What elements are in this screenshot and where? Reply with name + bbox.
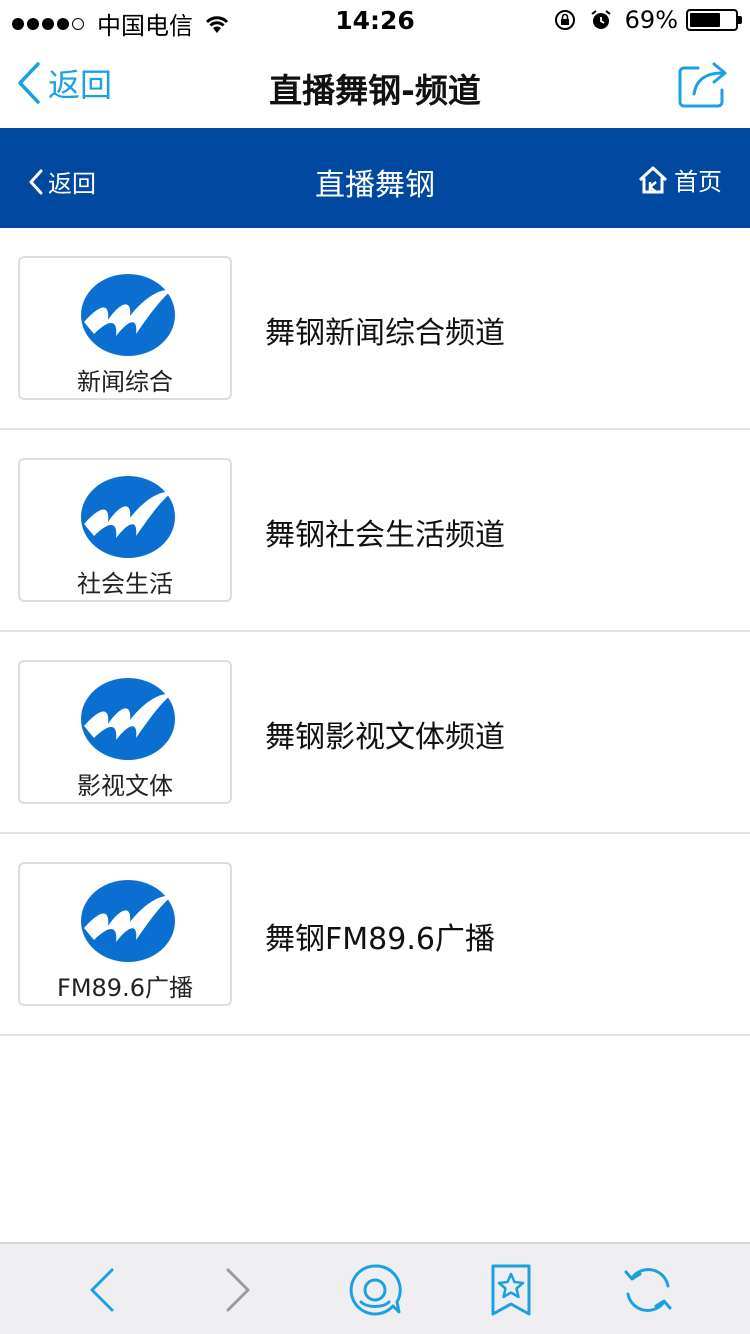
share-icon[interactable]: [678, 60, 730, 108]
channel-name: 舞钢FM89.6广播: [265, 922, 495, 957]
site-header: 返回 直播舞钢 首页: [0, 128, 750, 228]
bookmark-star-icon[interactable]: [483, 1262, 539, 1318]
channel-thumbnail: 社会生活: [18, 458, 232, 602]
refresh-icon[interactable]: [620, 1262, 676, 1318]
channel-thumbnail-label: 影视文体: [77, 772, 173, 800]
channel-item[interactable]: FM89.6广播 舞钢FM89.6广播: [0, 834, 750, 1036]
home-button[interactable]: 首页: [638, 162, 722, 197]
battery-icon: [686, 9, 742, 31]
station-logo-icon: [81, 274, 175, 356]
battery-fill: [690, 13, 720, 27]
chat-icon[interactable]: [347, 1262, 403, 1318]
channel-thumbnail: 新闻综合: [18, 256, 232, 400]
nav-bar: 返回 直播舞钢-频道: [0, 40, 750, 128]
station-logo-icon: [81, 476, 175, 558]
channel-item[interactable]: 新闻综合 舞钢新闻综合频道: [0, 228, 750, 430]
channel-thumbnail-label: FM89.6广播: [57, 974, 193, 1002]
channel-name: 舞钢社会生活频道: [265, 518, 505, 553]
alarm-icon: [591, 10, 611, 29]
channel-thumbnail-label: 社会生活: [77, 570, 173, 598]
home-icon: [638, 166, 668, 193]
page-title: 直播舞钢-频道: [269, 71, 481, 110]
battery-percent: 69%: [624, 6, 678, 34]
station-logo-icon: [81, 880, 175, 962]
channel-item[interactable]: 社会生活 舞钢社会生活频道: [0, 430, 750, 632]
channel-list: 新闻综合 舞钢新闻综合频道 社会生活 舞钢社会生活频道 影视文体 舞钢影视文体频…: [0, 228, 750, 1036]
channel-thumbnail-label: 新闻综合: [77, 368, 173, 396]
channel-item[interactable]: 影视文体 舞钢影视文体频道: [0, 632, 750, 834]
status-bar: 中国电信 14:26 69%: [0, 0, 750, 40]
home-label: 首页: [674, 168, 722, 196]
rotation-lock-icon: [554, 10, 575, 30]
forward-arrow-icon[interactable]: [210, 1262, 266, 1318]
bottom-toolbar: [0, 1242, 750, 1334]
channel-name: 舞钢新闻综合频道: [265, 316, 505, 351]
channel-name: 舞钢影视文体频道: [265, 720, 505, 755]
channel-thumbnail: 影视文体: [18, 660, 232, 804]
status-right: 69%: [553, 6, 742, 34]
back-arrow-icon[interactable]: [74, 1262, 130, 1318]
station-logo-icon: [81, 678, 175, 760]
channel-thumbnail: FM89.6广播: [18, 862, 232, 1006]
